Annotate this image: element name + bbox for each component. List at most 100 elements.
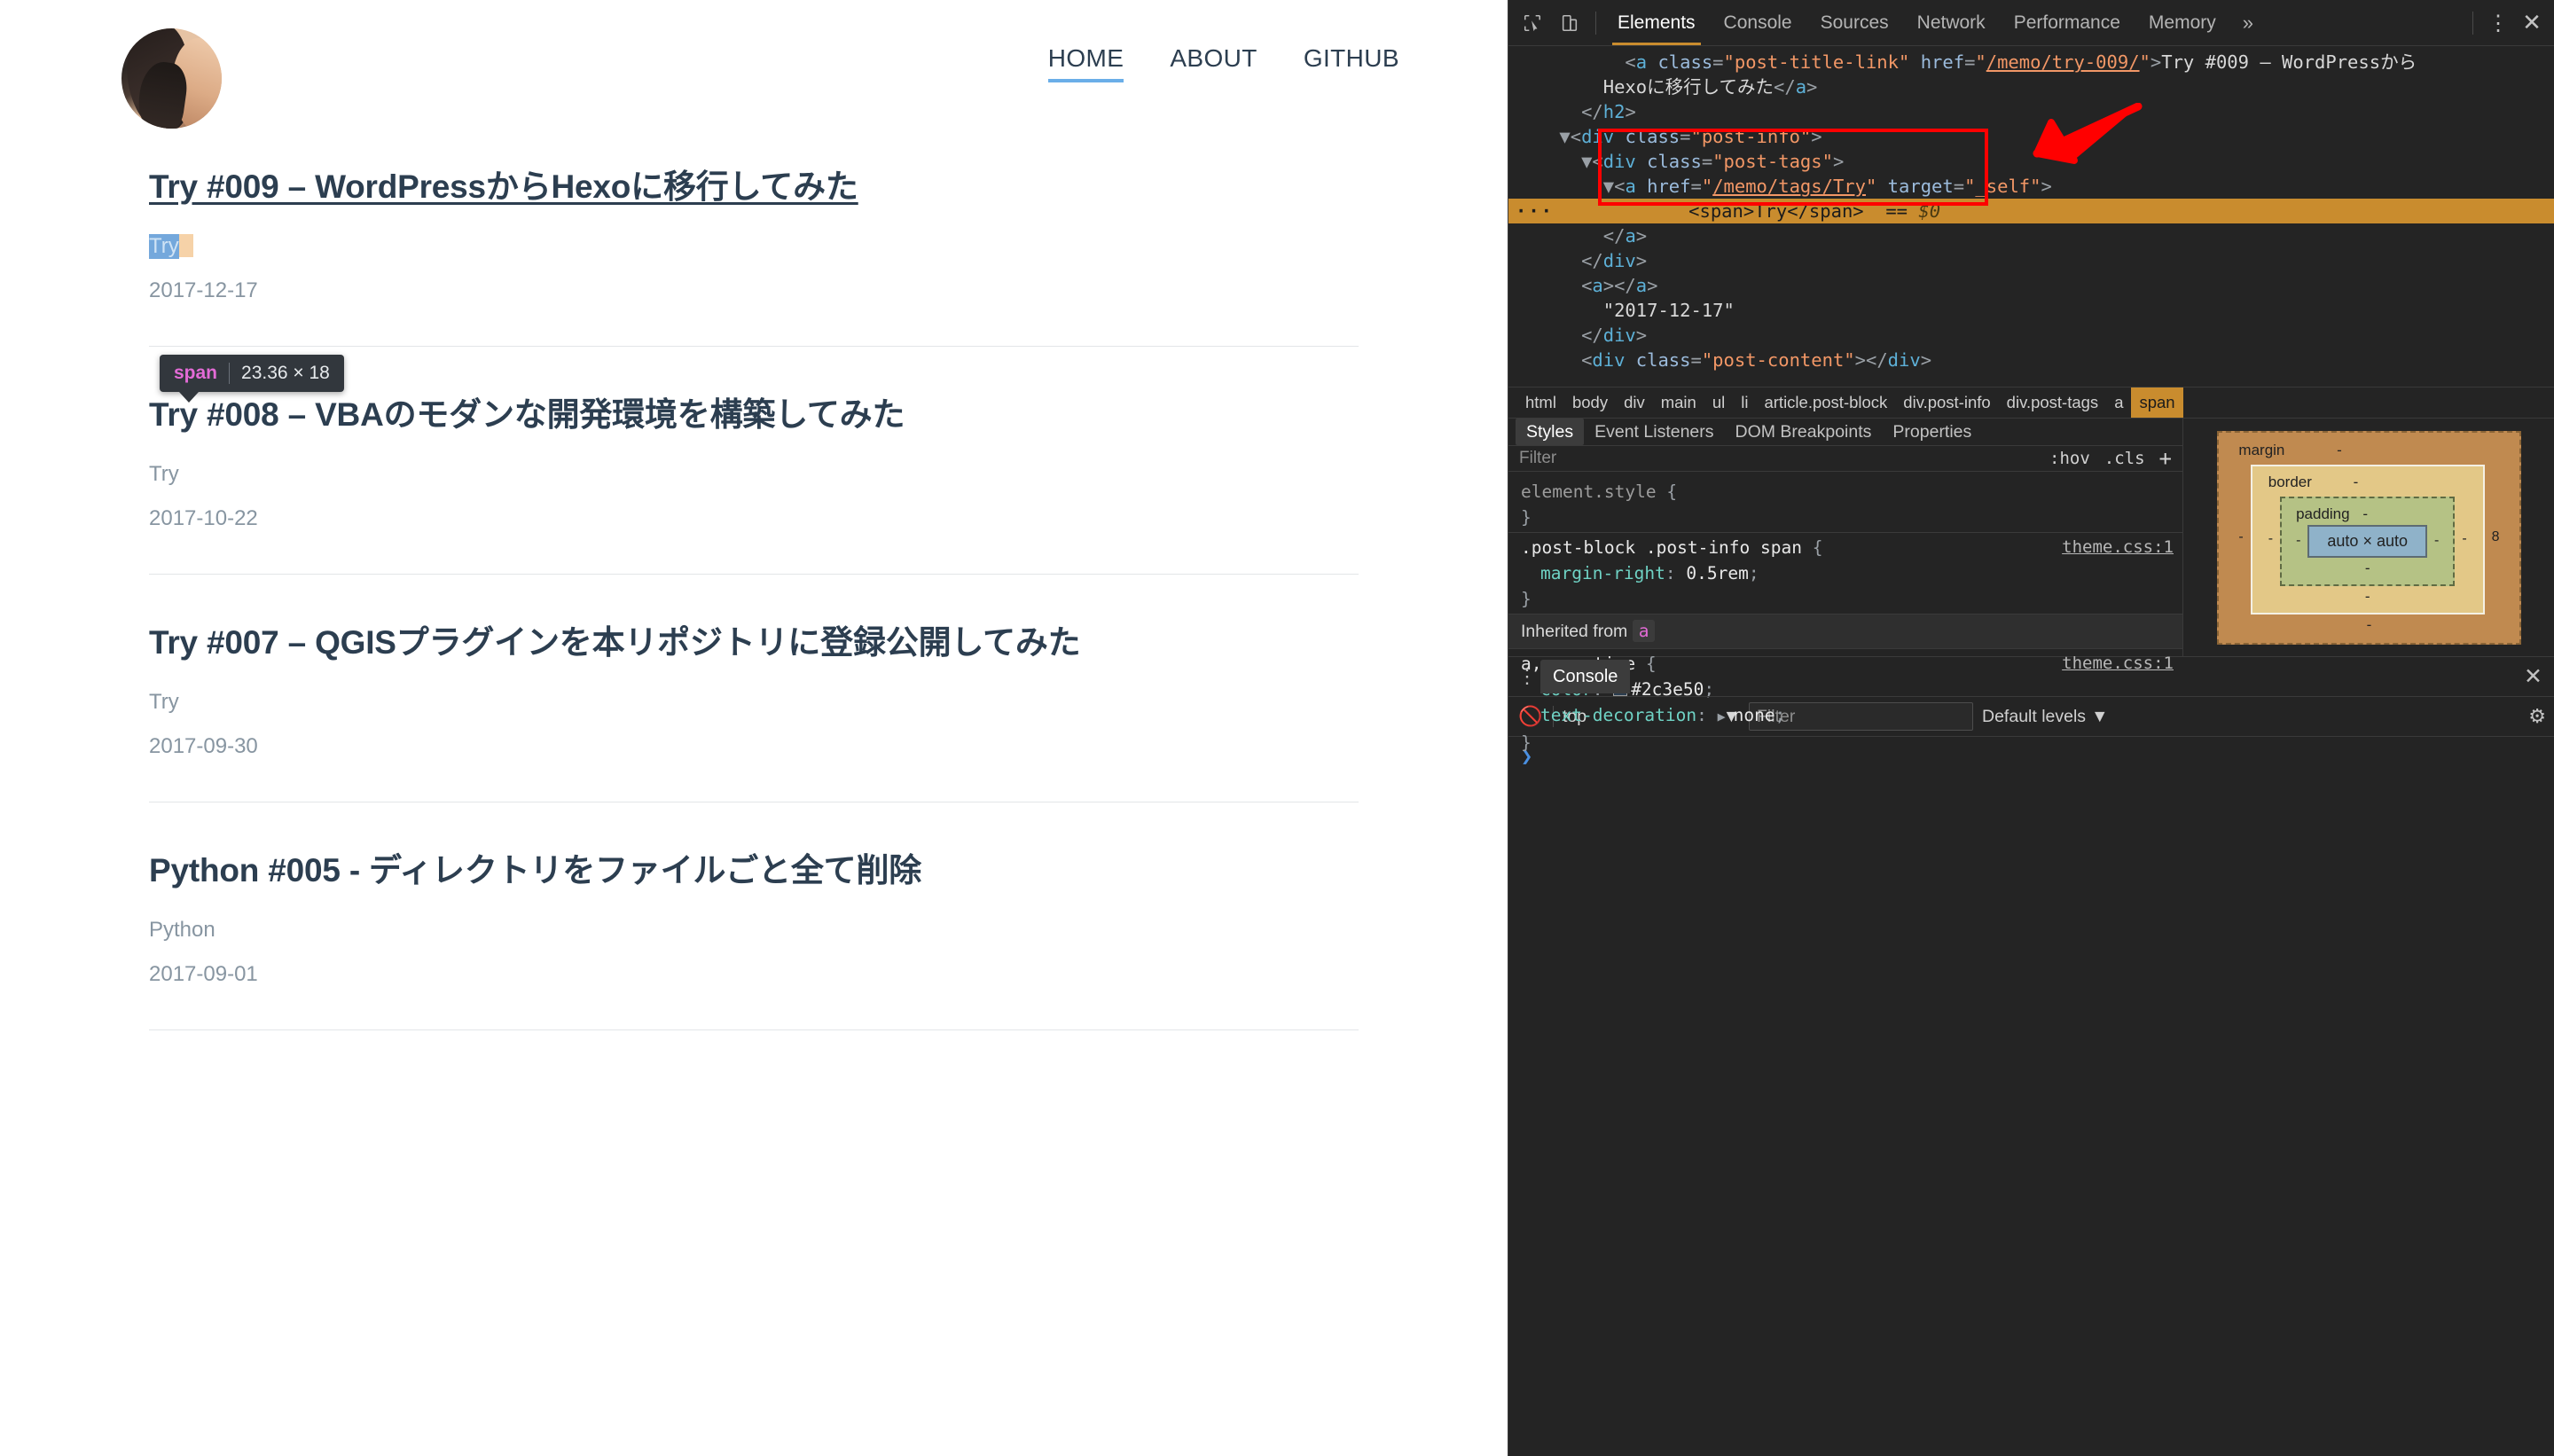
padding-bottom-value[interactable]: - [2296, 560, 2439, 577]
device-toolbar-icon[interactable] [1551, 4, 1588, 42]
tab-network[interactable]: Network [1903, 0, 2000, 45]
css-selector[interactable]: .post-block .post-info span [1521, 537, 1802, 558]
border-left-value[interactable]: - [2268, 531, 2273, 547]
tab-memory[interactable]: Memory [2135, 0, 2230, 45]
breadcrumb-item[interactable]: ul [1704, 387, 1733, 418]
styles-tab-event-listeners[interactable]: Event Listeners [1584, 419, 1724, 445]
post-tag-label[interactable]: Try [149, 462, 179, 487]
dom-node[interactable]: <a class="post-title-link" href="/memo/t… [1508, 50, 2554, 74]
box-model-padding[interactable]: padding - - auto × auto - - [2280, 496, 2456, 586]
css-value[interactable]: 0.5rem [1686, 563, 1748, 583]
post-tag-link[interactable]: Python [149, 918, 223, 942]
close-icon[interactable]: ✕ [2516, 9, 2548, 36]
dom-token-tag: a [1625, 225, 1636, 247]
breadcrumb-item[interactable]: div.post-tags [1999, 387, 2107, 418]
inherited-element-chip[interactable]: a [1632, 620, 1656, 642]
inspect-cursor-icon[interactable] [1514, 4, 1551, 42]
post-title-link[interactable]: Try #009 – WordPressからHexoに移行してみた [149, 168, 858, 205]
post-title-link[interactable]: Python #005 - ディレクトリをファイルごと全て削除 [149, 852, 921, 888]
tab-performance[interactable]: Performance [2000, 0, 2135, 45]
dom-token-tag: a [1635, 51, 1648, 73]
margin-left-value[interactable]: - [2238, 529, 2243, 545]
css-source-link[interactable]: theme.css:1 [2062, 535, 2174, 560]
box-model-content[interactable]: auto × auto [2307, 524, 2427, 558]
nav-link-about[interactable]: ABOUT [1170, 44, 1257, 79]
css-value[interactable]: none [1734, 705, 1775, 725]
padding-left-value[interactable]: - [2296, 533, 2300, 549]
post-tag-label[interactable]: Try [149, 690, 179, 715]
dom-expand-triangle-icon[interactable]: ▼ [1603, 176, 1614, 197]
dom-node[interactable]: </div> [1508, 323, 2554, 348]
drawer-close-icon[interactable]: ✕ [2524, 663, 2542, 690]
dom-indent [1579, 200, 1688, 222]
box-model-margin[interactable]: margin - - border - - padding - - auto ×… [2217, 430, 2521, 645]
post-tag-link[interactable]: Try [149, 690, 186, 714]
dom-node[interactable]: "2017-12-17" [1508, 298, 2554, 323]
tab-console[interactable]: Console [1710, 0, 1806, 45]
breadcrumb-item[interactable]: html [1517, 387, 1564, 418]
hov-toggle-button[interactable]: :hov [2049, 449, 2090, 468]
cls-toggle-button[interactable]: .cls [2104, 449, 2145, 468]
margin-right-value[interactable]: 8 [2492, 529, 2500, 545]
tab-sources[interactable]: Sources [1806, 0, 1903, 45]
nav-link-github[interactable]: GITHUB [1304, 44, 1399, 79]
styles-filter-input[interactable]: Filter [1519, 449, 2049, 468]
styles-tab-dom-breakpoints[interactable]: DOM Breakpoints [1725, 419, 1883, 445]
border-top-value[interactable]: - [2354, 474, 2359, 490]
dom-node[interactable]: </a> [1508, 223, 2554, 248]
dom-node[interactable]: Hexoに移行してみた</a> [1508, 74, 2554, 99]
css-rule[interactable]: element.style {} [1508, 477, 2182, 532]
margin-top-value[interactable]: - [2337, 442, 2342, 458]
post-title: Try #007 – QGISプラグインを本リポジトリに登録公開してみた [149, 621, 1359, 665]
post-tag-label[interactable]: Try [149, 233, 179, 259]
breadcrumb-item[interactable]: body [1564, 387, 1616, 418]
breadcrumb-item[interactable]: li [1733, 387, 1756, 418]
dom-expand-triangle-icon[interactable]: ▼ [1559, 126, 1570, 147]
tab-elements[interactable]: Elements [1603, 0, 1710, 45]
border-bottom-value[interactable]: - [2268, 588, 2467, 606]
breadcrumb-item[interactable]: div.post-info [1895, 387, 1998, 418]
css-declaration[interactable]: text-decoration: ▶ none; [1521, 702, 2170, 730]
css-rule[interactable]: .post-block .post-info span {theme.css:1… [1508, 532, 2182, 614]
css-selector[interactable]: element.style [1521, 481, 1657, 502]
breadcrumb-item[interactable]: main [1653, 387, 1704, 418]
kebab-menu-icon[interactable]: ⋮ [2484, 12, 2512, 34]
css-expand-triangle-icon[interactable]: ▶ [1718, 708, 1734, 724]
styles-tab-styles[interactable]: Styles [1516, 419, 1585, 445]
new-style-rule-button[interactable]: + [2159, 446, 2172, 471]
post-title-link[interactable]: Try #007 – QGISプラグインを本リポジトリに登録公開してみた [149, 624, 1081, 661]
drawer-kebab-icon[interactable]: ⋮ [1514, 666, 1540, 688]
css-property[interactable]: text-decoration [1540, 705, 1696, 725]
dom-node[interactable]: </div> [1508, 248, 2554, 273]
nav-link-home[interactable]: HOME [1047, 44, 1124, 82]
more-tabs-chevron-icon[interactable]: » [2230, 12, 2266, 35]
css-declaration[interactable]: margin-right: 0.5rem; [1521, 560, 2170, 586]
padding-top-value[interactable]: - [2362, 505, 2368, 522]
styles-tab-properties[interactable]: Properties [1882, 419, 1982, 445]
dom-token-eq: == [1885, 200, 1908, 222]
box-model-border[interactable]: border - - padding - - auto × auto - - -… [2250, 464, 2485, 614]
breadcrumb-item[interactable]: article.post-block [1756, 387, 1895, 418]
post-tag-link[interactable]: Try [149, 462, 186, 486]
dom-node[interactable]: ▼<a href="/memo/tags/Try" target="_self"… [1508, 174, 2554, 199]
post-tag-link[interactable]: Try [149, 233, 179, 259]
breadcrumb-item[interactable]: a [2106, 387, 2131, 418]
breadcrumb-item[interactable]: div [1616, 387, 1653, 418]
settings-gear-icon[interactable]: ⚙ [2528, 705, 2546, 728]
tab-console[interactable]: Console [1540, 660, 1631, 693]
post-title-link[interactable]: Try #008 – VBAのモダンな開発環境を構築してみた [149, 396, 905, 433]
border-right-value[interactable]: - [2462, 531, 2466, 547]
margin-bottom-value[interactable]: - [2238, 616, 2499, 634]
breadcrumb: html body div main ul li article.post-block div… [1508, 387, 2554, 419]
tooltip-dimensions: 23.36 × 18 [241, 363, 330, 383]
dom-node[interactable]: <div class="post-content"></div> [1508, 348, 2554, 372]
dom-expand-triangle-icon[interactable]: ▼ [1581, 151, 1592, 172]
dom-node[interactable]: <a></a> [1508, 273, 2554, 298]
breadcrumb-item[interactable]: span [2131, 387, 2183, 418]
css-property[interactable]: margin-right [1540, 563, 1665, 583]
post-tag-label[interactable]: Python [149, 918, 215, 943]
dom-node-selected[interactable]: ··· <span>Try</span> == $0 [1508, 199, 2554, 223]
avatar[interactable] [121, 28, 222, 129]
dom-token-punct: = [1953, 176, 1965, 197]
padding-right-value[interactable]: - [2434, 533, 2439, 549]
